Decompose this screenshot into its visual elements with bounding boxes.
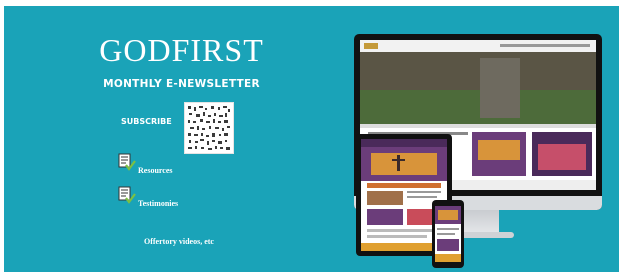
testimonies-link[interactable]: Testimonies	[138, 199, 178, 208]
page-title: GODFIRST	[99, 32, 264, 68]
qr-code-icon	[188, 106, 230, 150]
phone-mockup	[432, 200, 464, 268]
offertory-videos-text: Offertory videos, etc	[144, 237, 214, 246]
phone-screenshot	[435, 206, 461, 262]
newsletter-subtitle: MONTHLY E-NEWSLETTER	[103, 78, 260, 90]
checklist-icon	[118, 186, 136, 204]
qr-code[interactable]	[184, 102, 234, 154]
desktop-stand	[459, 210, 499, 234]
newsletter-banner: GODFIRST MONTHLY E-NEWSLETTER SUBSCRIBE	[4, 6, 619, 272]
resources-link[interactable]: Resources	[138, 166, 173, 175]
checklist-icon	[118, 153, 136, 171]
subscribe-label: SUBSCRIBE	[121, 117, 172, 126]
